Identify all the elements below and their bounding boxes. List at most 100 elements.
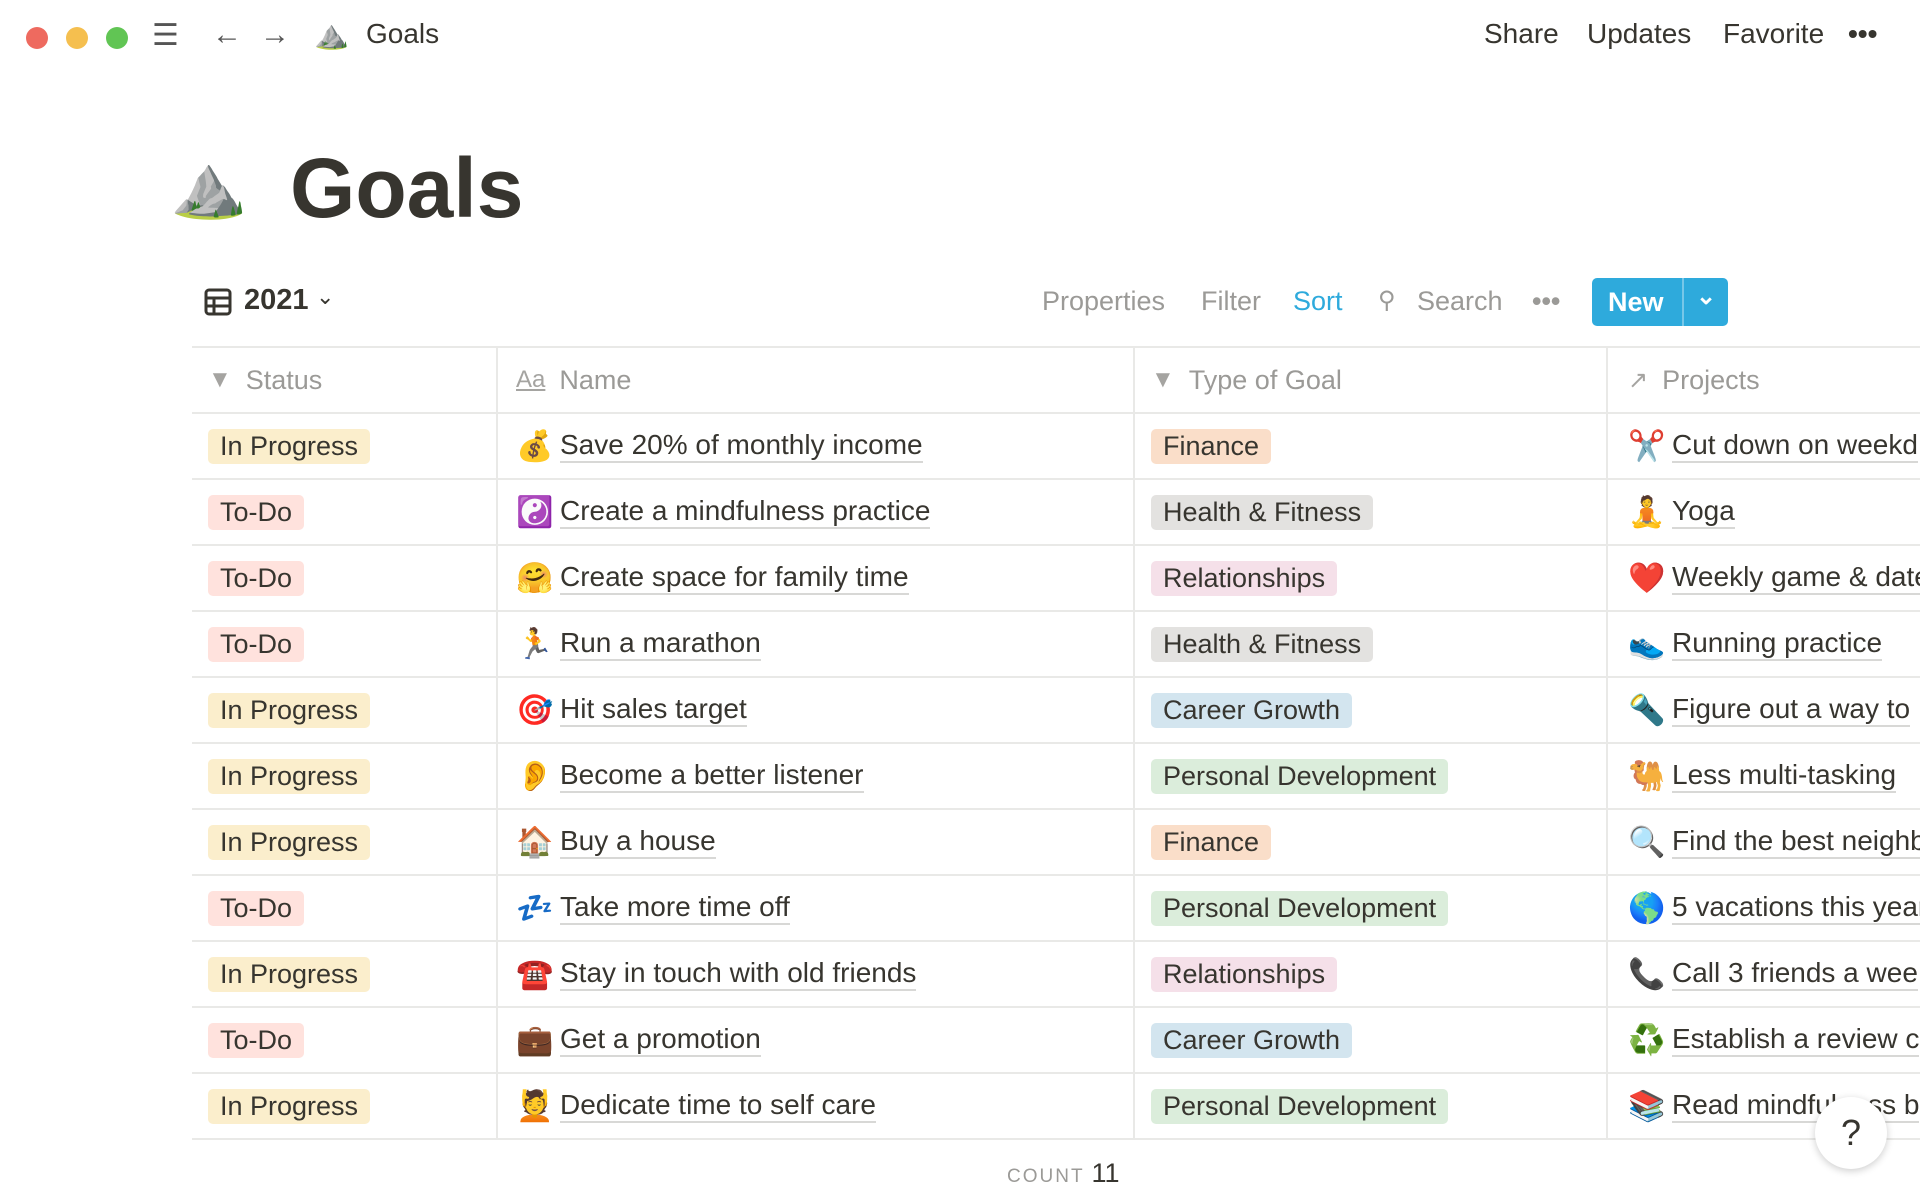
goal-name-link[interactable]: Get a promotion — [560, 1023, 761, 1058]
type-cell[interactable]: Relationships — [1135, 546, 1608, 610]
type-cell[interactable]: Personal Development — [1135, 1074, 1608, 1138]
page-icon[interactable]: ⛰️ — [170, 150, 247, 223]
help-button[interactable]: ? — [1815, 1097, 1887, 1169]
name-cell[interactable]: 🏃 Run a marathon — [498, 612, 1135, 676]
name-cell[interactable]: 🏠 Buy a house — [498, 810, 1135, 874]
project-link[interactable]: Call 3 friends a wee — [1672, 957, 1918, 992]
goal-name-link[interactable]: Create a mindfulness practice — [560, 495, 931, 530]
type-cell[interactable]: Personal Development — [1135, 744, 1608, 808]
status-cell[interactable]: To-Do — [192, 612, 498, 676]
forward-arrow-icon[interactable]: → — [260, 18, 290, 52]
goal-name-link[interactable]: Stay in touch with old friends — [560, 957, 917, 992]
back-arrow-icon[interactable]: ← — [212, 18, 242, 52]
name-cell[interactable]: 💰 Save 20% of monthly income — [498, 414, 1135, 478]
projects-cell[interactable]: ❤️ Weekly game & date — [1608, 546, 1920, 610]
name-cell[interactable]: 💼 Get a promotion — [498, 1008, 1135, 1072]
column-header-projects[interactable]: ↗ Projects — [1608, 348, 1920, 412]
name-cell[interactable]: 💆 Dedicate time to self care — [498, 1074, 1135, 1138]
project-link[interactable]: Yoga — [1672, 495, 1735, 530]
menu-icon[interactable]: ☰ — [152, 18, 179, 53]
status-cell[interactable]: In Progress — [192, 942, 498, 1006]
goal-name-link[interactable]: Take more time off — [560, 891, 790, 926]
table-row[interactable]: To-Do ☯️ Create a mindfulness practice Heal… — [192, 480, 1920, 546]
goal-name-link[interactable]: Dedicate time to self care — [560, 1089, 876, 1124]
project-link[interactable]: Cut down on weekd — [1672, 429, 1918, 464]
column-header-status[interactable]: ▼ Status — [192, 348, 498, 412]
goal-name-link[interactable]: Buy a house — [560, 825, 716, 860]
page-title[interactable]: Goals — [290, 140, 523, 237]
status-cell[interactable]: In Progress — [192, 414, 498, 478]
goal-name-link[interactable]: Create space for family time — [560, 561, 909, 596]
column-header-type[interactable]: ▼ Type of Goal — [1135, 348, 1608, 412]
status-cell[interactable]: In Progress — [192, 1074, 498, 1138]
table-row[interactable]: In Progress 🏠 Buy a house Finance 🔍 Find the … — [192, 810, 1920, 876]
view-more-icon[interactable]: ••• — [1532, 286, 1560, 317]
table-row[interactable]: In Progress ☎️ Stay in touch with old frie… — [192, 942, 1920, 1008]
goal-name-link[interactable]: Run a marathon — [560, 627, 761, 662]
table-row[interactable]: To-Do 💤 Take more time off Personal Develop… — [192, 876, 1920, 942]
type-cell[interactable]: Personal Development — [1135, 876, 1608, 940]
project-link[interactable]: Establish a review c — [1672, 1023, 1920, 1058]
search-icon[interactable]: ⚲ — [1378, 286, 1396, 315]
goal-name-link[interactable]: Save 20% of monthly income — [560, 429, 923, 464]
projects-cell[interactable]: ✂️ Cut down on weekd — [1608, 414, 1920, 478]
new-dropdown-chevron-icon[interactable]: ⌄ — [1696, 282, 1716, 311]
projects-cell[interactable]: 🌎 5 vacations this year — [1608, 876, 1920, 940]
projects-cell[interactable]: 🔍 Find the best neighb — [1608, 810, 1920, 874]
name-cell[interactable]: 💤 Take more time off — [498, 876, 1135, 940]
name-cell[interactable]: 🎯 Hit sales target — [498, 678, 1135, 742]
goal-name-link[interactable]: Hit sales target — [560, 693, 747, 728]
table-row[interactable]: In Progress 🎯 Hit sales target Career Growt… — [192, 678, 1920, 744]
minimize-window-button[interactable] — [66, 27, 88, 49]
type-cell[interactable]: Health & Fitness — [1135, 480, 1608, 544]
type-cell[interactable]: Health & Fitness — [1135, 612, 1608, 676]
type-cell[interactable]: Career Growth — [1135, 1008, 1608, 1072]
name-cell[interactable]: ☎️ Stay in touch with old friends — [498, 942, 1135, 1006]
filter-button[interactable]: Filter — [1201, 286, 1261, 317]
status-cell[interactable]: In Progress — [192, 810, 498, 874]
type-cell[interactable]: Career Growth — [1135, 678, 1608, 742]
updates-button[interactable]: Updates — [1587, 18, 1691, 50]
project-link[interactable]: Less multi-tasking — [1672, 759, 1897, 794]
project-link[interactable]: Running practice — [1672, 627, 1883, 662]
table-row[interactable]: To-Do 💼 Get a promotion Career Growth ♻️ Esta… — [192, 1008, 1920, 1074]
close-window-button[interactable] — [26, 27, 48, 49]
table-row[interactable]: To-Do 🤗 Create space for family time Relati… — [192, 546, 1920, 612]
projects-cell[interactable]: 🧘 Yoga — [1608, 480, 1920, 544]
goal-name-link[interactable]: Become a better listener — [560, 759, 864, 794]
status-cell[interactable]: To-Do — [192, 480, 498, 544]
sort-button[interactable]: Sort — [1293, 286, 1343, 317]
name-cell[interactable]: 👂 Become a better listener — [498, 744, 1135, 808]
breadcrumb[interactable]: Goals — [366, 18, 439, 50]
chevron-down-icon[interactable]: ⌄ — [316, 284, 334, 310]
status-cell[interactable]: In Progress — [192, 678, 498, 742]
project-link[interactable]: 5 vacations this year — [1672, 891, 1920, 926]
column-header-name[interactable]: Aa Name — [498, 348, 1135, 412]
project-link[interactable]: Weekly game & date — [1672, 561, 1920, 596]
properties-button[interactable]: Properties — [1042, 286, 1165, 317]
project-link[interactable]: Figure out a way to — [1672, 693, 1911, 728]
projects-cell[interactable]: 🐫 Less multi-tasking — [1608, 744, 1920, 808]
view-selector[interactable]: 2021 — [244, 284, 309, 317]
maximize-window-button[interactable] — [106, 27, 128, 49]
table-row[interactable]: In Progress 💆 Dedicate time to self care Pe… — [192, 1074, 1920, 1140]
status-cell[interactable]: To-Do — [192, 546, 498, 610]
share-button[interactable]: Share — [1484, 18, 1559, 50]
table-row[interactable]: In Progress 👂 Become a better listener Pers… — [192, 744, 1920, 810]
project-link[interactable]: Find the best neighb — [1672, 825, 1920, 860]
status-cell[interactable]: In Progress — [192, 744, 498, 808]
more-options-icon[interactable]: ••• — [1848, 18, 1877, 50]
new-button[interactable]: New ⌄ — [1592, 278, 1728, 326]
table-row[interactable]: In Progress 💰 Save 20% of monthly income Fi… — [192, 414, 1920, 480]
status-cell[interactable]: To-Do — [192, 876, 498, 940]
projects-cell[interactable]: ♻️ Establish a review c — [1608, 1008, 1920, 1072]
table-row[interactable]: To-Do 🏃 Run a marathon Health & Fitness 👟 Run… — [192, 612, 1920, 678]
projects-cell[interactable]: 📞 Call 3 friends a wee — [1608, 942, 1920, 1006]
favorite-button[interactable]: Favorite — [1723, 18, 1824, 50]
status-cell[interactable]: To-Do — [192, 1008, 498, 1072]
name-cell[interactable]: ☯️ Create a mindfulness practice — [498, 480, 1135, 544]
name-cell[interactable]: 🤗 Create space for family time — [498, 546, 1135, 610]
type-cell[interactable]: Finance — [1135, 810, 1608, 874]
type-cell[interactable]: Relationships — [1135, 942, 1608, 1006]
search-button[interactable]: Search — [1417, 286, 1503, 317]
